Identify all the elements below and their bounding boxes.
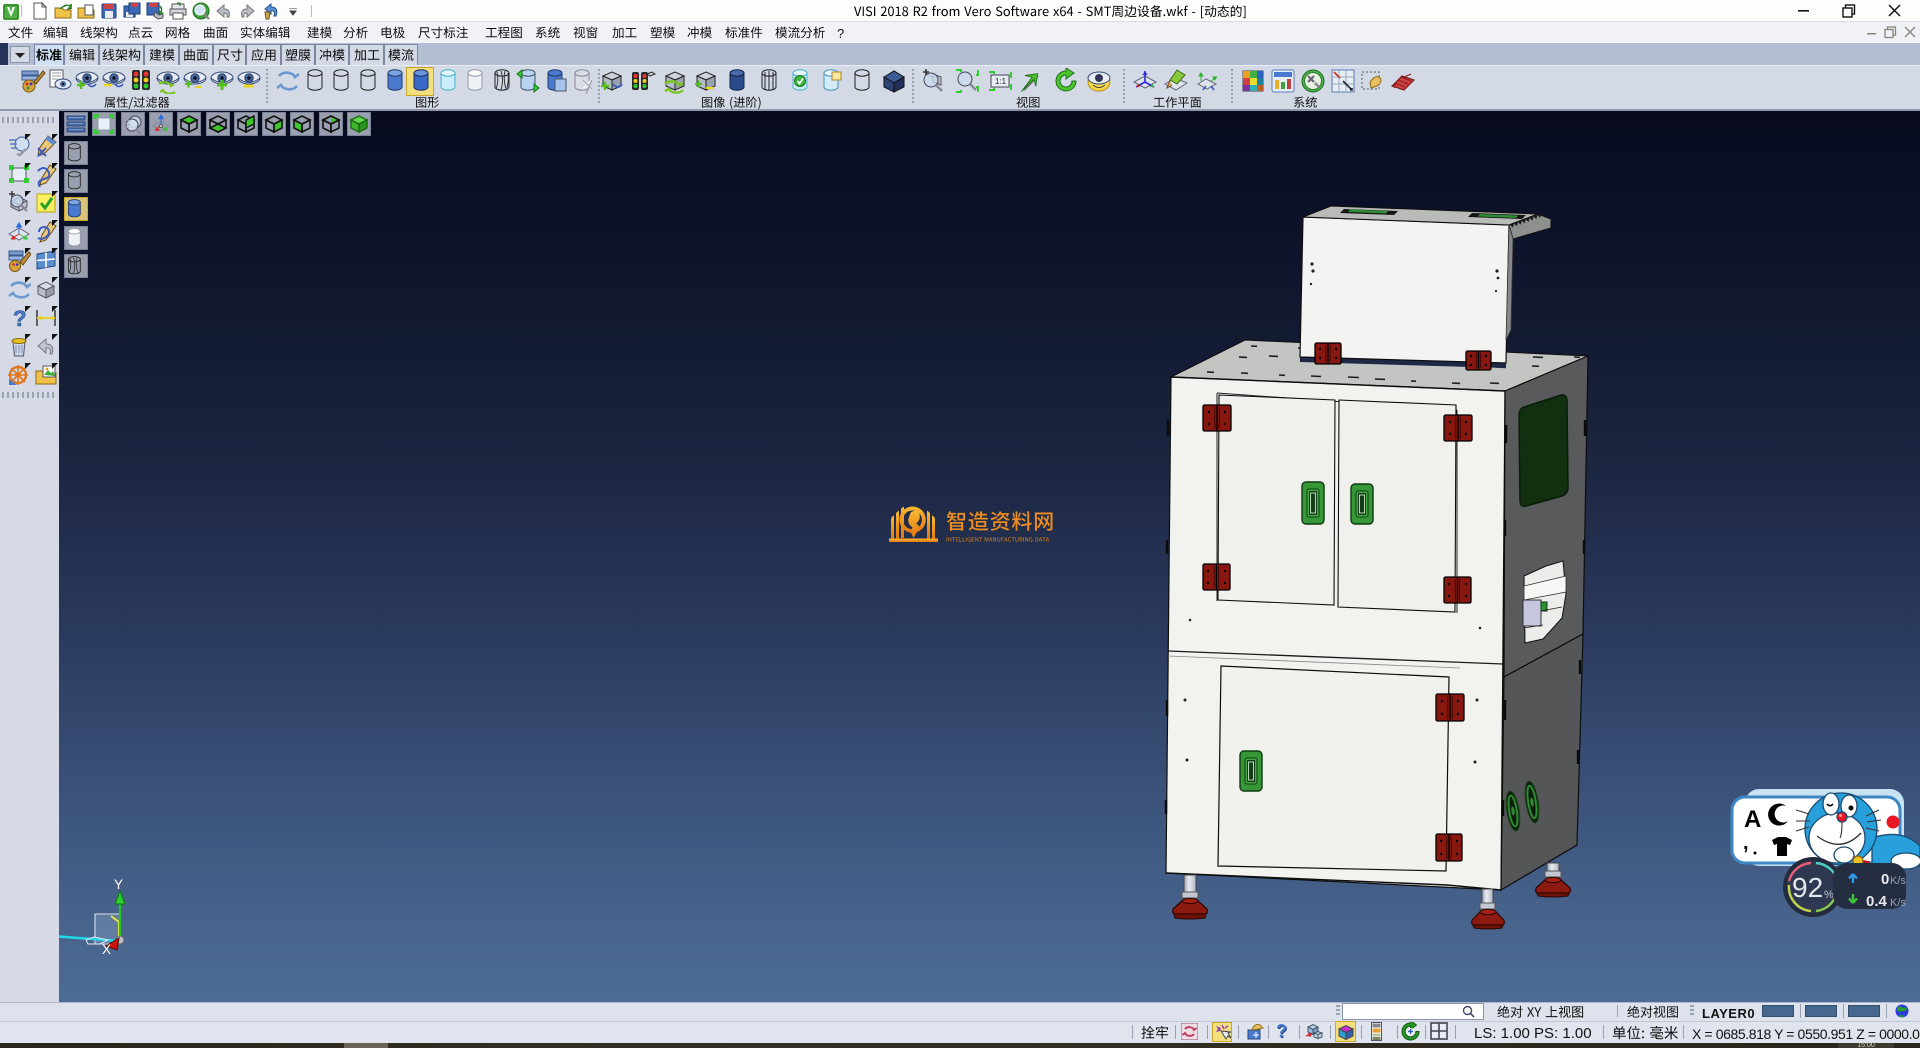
svg-text:1:1: 1:1 — [995, 77, 1007, 86]
svg-text:?: ? — [13, 306, 26, 330]
